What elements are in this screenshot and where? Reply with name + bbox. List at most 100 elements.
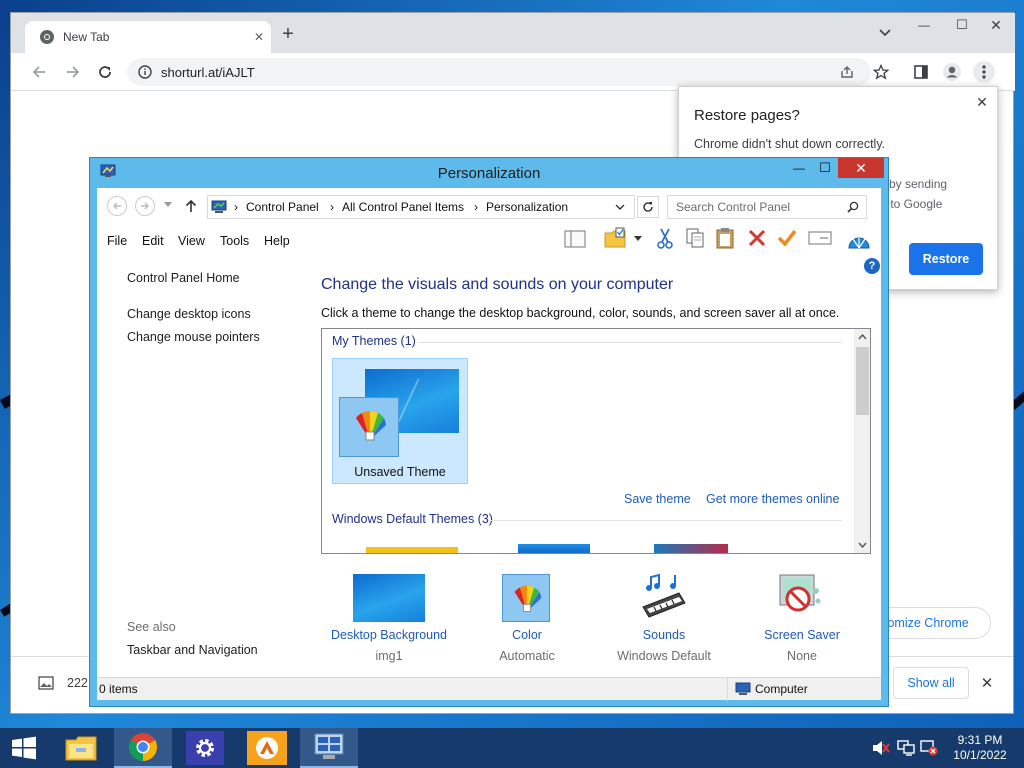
properties-check-icon[interactable] [775, 226, 799, 250]
tab-search-icon[interactable] [877, 25, 893, 41]
forward-icon[interactable] [63, 62, 83, 82]
clock-time: 9:31 PM [957, 733, 1003, 747]
copy-icon[interactable] [683, 226, 707, 250]
preview-pane-icon[interactable] [563, 228, 587, 250]
bookmark-star-icon[interactable] [871, 62, 891, 82]
breadcrumb-control-panel[interactable]: Control Panel [246, 200, 319, 214]
screen-saver-icon[interactable] [773, 570, 825, 622]
status-item-count: 0 items [99, 682, 138, 696]
desktop-background-thumbnail[interactable] [353, 574, 425, 622]
scroll-up-icon[interactable] [854, 331, 870, 343]
start-button[interactable] [0, 728, 48, 768]
site-info-icon[interactable] [137, 64, 153, 80]
back-nav-icon[interactable] [107, 196, 127, 216]
personalization-titlebar[interactable]: Personalization — ☐ ✕ [90, 158, 888, 188]
screen-saver-link[interactable]: Screen Saver [732, 628, 872, 642]
themes-list: My Themes (1) Unsaved Theme Save theme G… [321, 328, 871, 554]
more-menu-icon[interactable] [973, 61, 995, 83]
group-divider [490, 520, 842, 521]
themes-scrollbar[interactable] [854, 329, 870, 553]
tab-new-tab[interactable]: New Tab ✕ [25, 21, 271, 53]
save-theme-link[interactable]: Save theme [624, 492, 691, 506]
folder-options-icon[interactable] [603, 226, 627, 250]
taskbar-chrome[interactable] [114, 728, 172, 768]
maximize-button[interactable]: ☐ [947, 15, 977, 35]
get-more-themes-link[interactable]: Get more themes online [706, 492, 839, 506]
unsaved-theme-card[interactable]: Unsaved Theme [332, 358, 468, 484]
screen-saver-value: None [787, 649, 817, 663]
personalization-content: › Control Panel › All Control Panel Item… [97, 188, 881, 701]
taskbar-file-explorer[interactable] [52, 728, 110, 768]
menu-file[interactable]: File [107, 234, 127, 248]
restore-close-icon[interactable]: ✕ [973, 93, 991, 111]
change-mouse-pointers-link[interactable]: Change mouse pointers [127, 330, 260, 344]
delete-icon[interactable] [745, 226, 769, 250]
taskbar-navigation-link[interactable]: Taskbar and Navigation [127, 643, 258, 657]
restore-button[interactable]: Restore [909, 243, 983, 275]
forward-nav-icon[interactable] [135, 196, 155, 216]
breadcrumb-personalization[interactable]: Personalization [486, 200, 568, 214]
download-bar-close-icon[interactable]: ✕ [977, 673, 997, 693]
action-center-alert-icon[interactable] [920, 740, 938, 756]
default-theme-thumbnail[interactable] [654, 544, 728, 553]
control-panel-icon [210, 199, 228, 215]
paste-icon[interactable] [713, 226, 737, 250]
default-theme-thumbnail[interactable] [518, 544, 590, 553]
color-thumbnail[interactable] [502, 574, 550, 622]
sounds-link[interactable]: Sounds [594, 628, 734, 642]
download-filename[interactable]: 222 [67, 676, 88, 690]
address-bar[interactable]: shorturl.at/iAJLT [127, 58, 871, 86]
color-fan-icon [509, 581, 545, 617]
sounds-icon[interactable] [637, 572, 691, 622]
back-icon[interactable] [29, 62, 49, 82]
folder-options-dropdown-icon[interactable] [633, 234, 643, 242]
change-desktop-icons-link[interactable]: Change desktop icons [127, 307, 251, 321]
default-theme-thumbnail[interactable] [366, 547, 458, 553]
menu-tools[interactable]: Tools [220, 234, 249, 248]
refresh-icon[interactable] [637, 196, 659, 218]
control-panel-home-link[interactable]: Control Panel Home [127, 271, 240, 285]
address-breadcrumb[interactable]: › Control Panel › All Control Panel Item… [207, 195, 635, 219]
pers-close-button[interactable]: ✕ [838, 158, 884, 178]
reload-icon[interactable] [95, 62, 115, 82]
minimize-button[interactable]: — [909, 15, 939, 35]
breadcrumb-all-items[interactable]: All Control Panel Items [342, 200, 464, 214]
search-icon[interactable] [846, 200, 860, 214]
recent-locations-icon[interactable] [163, 200, 173, 210]
pers-minimize-button[interactable]: — [786, 158, 812, 178]
cut-icon[interactable] [653, 226, 677, 250]
address-dropdown-icon[interactable] [614, 202, 626, 212]
menu-edit[interactable]: Edit [142, 234, 164, 248]
system-clock[interactable]: 9:31 PM 10/1/2022 [944, 733, 1016, 763]
taskbar-settings[interactable] [176, 728, 234, 768]
default-themes-header[interactable]: Windows Default Themes (3) [332, 512, 493, 526]
status-location: Computer [755, 682, 808, 696]
taskbar-control-panel[interactable] [300, 728, 358, 768]
menu-view[interactable]: View [178, 234, 205, 248]
taskbar-app-orange[interactable] [238, 728, 296, 768]
profile-avatar-icon[interactable] [941, 61, 963, 83]
search-control-panel-input[interactable]: Search Control Panel [667, 195, 867, 219]
help-icon[interactable]: ? [864, 258, 880, 274]
up-level-icon[interactable] [183, 197, 199, 215]
shell-icon[interactable] [845, 226, 873, 252]
menu-help[interactable]: Help [264, 234, 290, 248]
share-icon[interactable] [839, 64, 855, 80]
pers-maximize-button[interactable]: ☐ [812, 158, 838, 178]
tab-strip: New Tab ✕ + — ☐ ✕ [11, 13, 1015, 53]
show-all-button[interactable]: Show all [893, 667, 969, 699]
scroll-thumb[interactable] [856, 347, 869, 415]
close-window-button[interactable]: ✕ [981, 15, 1011, 35]
color-link[interactable]: Color [457, 628, 597, 642]
tab-close-icon[interactable]: ✕ [251, 29, 267, 45]
network-icon[interactable] [897, 740, 915, 756]
desktop-background-link[interactable]: Desktop Background [319, 628, 459, 642]
page-heading: Change the visuals and sounds on your co… [321, 276, 674, 293]
my-themes-header[interactable]: My Themes (1) [332, 334, 416, 348]
scroll-down-icon[interactable] [854, 539, 870, 551]
new-tab-button[interactable]: + [277, 23, 299, 45]
side-panel-icon[interactable] [911, 62, 931, 82]
control-panel-taskbar-icon [313, 732, 345, 762]
rename-icon[interactable] [807, 226, 833, 250]
volume-muted-icon[interactable] [872, 740, 890, 756]
